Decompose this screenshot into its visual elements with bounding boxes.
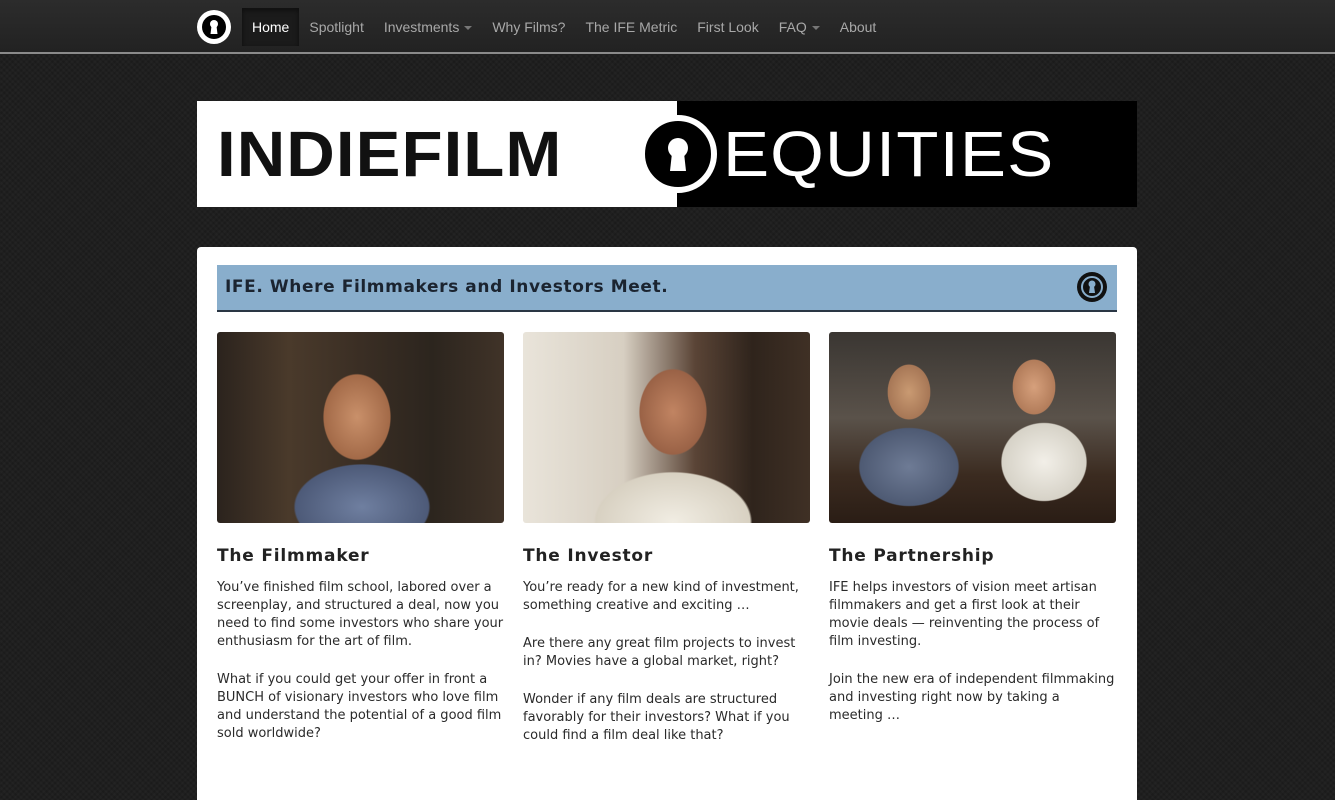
caret-down-icon [811,26,820,30]
nav-item-label: Investments [383,19,460,35]
nav-item-spotlight[interactable]: Spotlight [299,8,373,46]
caret-down-icon [464,26,473,30]
nav-item-label: About [839,19,877,35]
nav-item-label: Why Films? [492,19,566,35]
column-heading[interactable]: The Filmmaker [217,545,504,567]
column-investor: The Investor You’re ready for a new kind… [523,332,810,745]
column-paragraph: You’ve finished film school, labored ove… [217,580,504,649]
hero-right-panel: EQUITIES [677,101,1137,207]
tagline-text: IFE. Where Filmmakers and Investors Meet… [225,277,669,297]
column-paragraph: Are there any great film projects to inv… [523,636,796,669]
hero-logo-banner[interactable]: INDIEFILM EQUITIES [197,101,1137,207]
tagline-bar: IFE. Where Filmmakers and Investors Meet… [217,265,1117,312]
column-paragraph: Join the new era of independent filmmaki… [829,672,1115,723]
nav-item-about[interactable]: About [830,8,887,46]
nav-item-label: First Look [697,19,759,35]
nav-item-label: Home [252,19,290,35]
keyhole-icon [668,138,688,171]
column-paragraph: What if you could get your offer in fron… [217,672,502,741]
nav-item-label: Spotlight [309,19,364,35]
top-navbar: Home Spotlight Investments Why Films? Th… [0,0,1335,54]
hero-left-panel: INDIEFILM [197,101,677,207]
column-heading[interactable]: The Investor [523,545,810,567]
nav-item-first-look[interactable]: First Look [687,8,768,46]
navbar-inner: Home Spotlight Investments Why Films? Th… [197,0,886,54]
column-heading[interactable]: The Partnership [829,545,1116,567]
hero-word-indiefilm: INDIEFILM [217,118,563,190]
column-paragraph: Wonder if any film deals are structured … [523,692,790,743]
nav-item-investments[interactable]: Investments [374,8,482,46]
column-partnership: The Partnership IFE helps investors of v… [829,332,1116,725]
hero-word-equities: EQUITIES [723,118,1055,190]
partnership-photo[interactable] [829,332,1116,523]
hero-keyhole-icon [639,115,717,193]
filmmaker-photo[interactable] [217,332,504,523]
column-paragraph: You’re ready for a new kind of investmen… [523,580,799,613]
brand-keyhole-icon[interactable] [197,10,231,44]
investor-photo[interactable] [523,332,810,523]
nav-item-ife-metric[interactable]: The IFE Metric [575,8,687,46]
nav-item-home[interactable]: Home [242,8,300,46]
nav-item-faq[interactable]: FAQ [769,8,830,46]
keyhole-icon [1077,272,1107,302]
keyhole-glyph-icon [1081,276,1103,298]
column-filmmaker: The Filmmaker You’ve finished film schoo… [217,332,504,743]
column-paragraph: IFE helps investors of vision meet artis… [829,580,1100,649]
nav-item-label: FAQ [778,19,807,35]
keyhole-icon [202,15,226,39]
nav-item-label: The IFE Metric [585,19,678,35]
nav-item-why-films[interactable]: Why Films? [482,8,575,46]
content-card: IFE. Where Filmmakers and Investors Meet… [197,247,1137,800]
